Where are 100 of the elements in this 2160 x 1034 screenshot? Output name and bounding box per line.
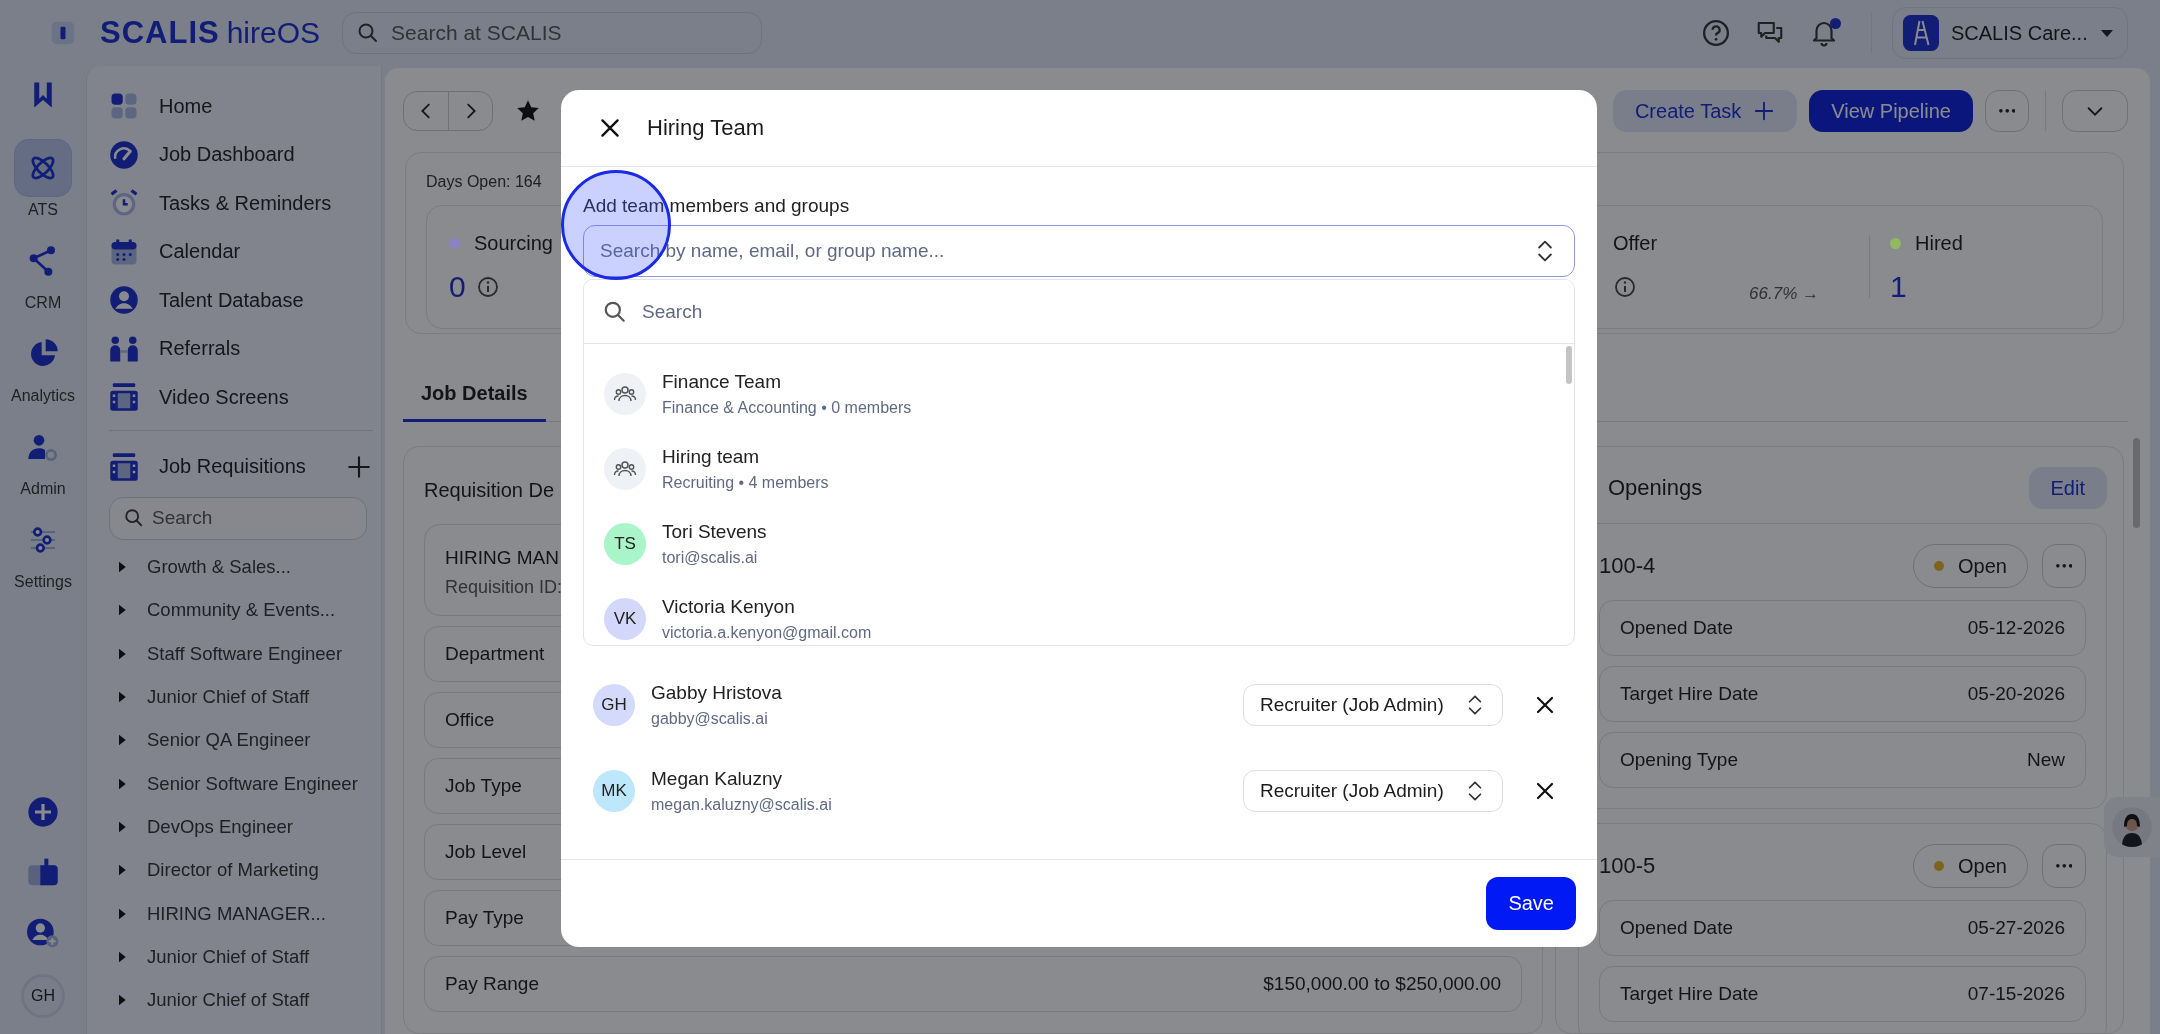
more-icon [1998,109,2016,113]
role-select[interactable]: Recruiter (Job Admin) [1243,770,1503,812]
film-icon [109,382,139,413]
field-label: Job Level [445,841,527,863]
tree-item[interactable]: DevOps Engineer [109,805,373,849]
option-name: Hiring team [662,445,761,468]
help-icon[interactable] [1701,18,1731,48]
member-email: gabby@scalis.ai [651,710,769,728]
requisition-title: HIRING MAN [445,547,559,569]
save-button[interactable]: Save [1486,877,1576,930]
tree-item[interactable]: Growth & Sales... [109,545,373,589]
tree-item[interactable]: Staff Software Engineer [109,632,373,676]
create-task-button[interactable]: Create Task [1612,90,1798,132]
tree-item[interactable]: Director of Marketing [109,848,373,892]
add-icon[interactable] [27,796,59,828]
search-field[interactable]: Search [584,280,1574,344]
field-value: 07-15-2026 [1967,983,2065,1005]
member-select[interactable]: Search by name, email, or group name... [583,225,1575,277]
star-icon[interactable] [515,98,541,124]
user-avatar[interactable]: GH [21,974,65,1018]
role-select[interactable]: Recruiter (Job Admin) [1243,684,1503,726]
rail-label[interactable]: CRM [24,294,62,312]
search-icon [602,299,628,325]
nav-item[interactable]: Video Screens [109,373,373,422]
conversion-rate: 66.7% → [1749,284,1819,304]
stage-count: 0 [449,270,466,304]
tree-item[interactable]: HIRING MANAGER... [109,891,373,936]
field-label: Opened Date [1620,917,1734,939]
search-field[interactable]: Search at SCALIS [342,12,763,54]
rail-label[interactable]: Admin [20,480,66,498]
tab[interactable]: Job Details [403,372,546,422]
nav-item[interactable]: Calendar [109,227,373,276]
view-pipeline-button[interactable]: View Pipeline [1809,90,1973,132]
nav-item[interactable]: Home [109,82,373,131]
info-icon [1613,275,1637,299]
option-item[interactable]: TS Tori Stevens tori@scalis.ai [584,506,1554,581]
avatar: GH [593,684,635,726]
option-item[interactable]: Finance Team Finance & Accounting • 0 members [584,356,1554,431]
info-icon [475,275,500,299]
option-item[interactable]: Hiring team Recruiting • 4 members [584,431,1554,506]
option-detail: Finance & Accounting • 0 members [662,398,912,417]
tree-item[interactable]: Community & Events... [109,588,373,633]
section-title: Job Requisitions [159,455,306,478]
rail-label[interactable]: ATS [28,201,58,219]
logo-text: SCALIS [100,15,220,51]
member-name: Megan Kaluzny [651,768,783,790]
nav-item[interactable]: Tasks & Reminders [109,179,373,228]
nav-item[interactable]: Talent Database [109,276,373,325]
tree-item[interactable]: Junior Chief of Staff [109,978,373,1022]
field-label: Target Hire Date [1620,683,1759,705]
field-value: 05-27-2026 [1967,917,2065,939]
nav-item[interactable]: Job Dashboard [109,130,373,179]
field-label: Pay Type [445,907,524,929]
rail-tab[interactable] [15,140,71,196]
scrollbar[interactable] [1566,346,1572,384]
plus-icon[interactable] [345,453,372,480]
company-logo-icon [1903,15,1939,51]
field-label: Opening Type [1620,749,1738,771]
option-detail: Recruiting • 4 members [662,473,829,492]
logo-suffix: hireOS [226,16,321,50]
account-switcher[interactable]: SCALIS Care... [1892,7,2128,59]
more-icon [2055,564,2073,568]
field-label: Add team members and groups [583,195,851,217]
tree-item[interactable]: Junior Chief of Staff [109,935,373,979]
tree-item[interactable]: Senior QA Engineer [109,718,373,762]
avatar: VK [604,597,646,640]
caret-icon [2101,29,2113,37]
add-user-icon[interactable] [27,916,59,948]
option-detail: victoria.a.kenyon@gmail.com [662,623,872,642]
option-item[interactable]: VK Victoria Kenyon victoria.a.kenyon@gmail.com [584,581,1554,645]
field-label: Opened Date [1620,617,1734,639]
rail-label[interactable]: Settings [14,573,72,591]
member-email: megan.kaluzny@scalis.ai [651,796,832,814]
field-label: Target Hire Date [1620,983,1759,1005]
field-value: New [2027,749,2065,771]
grid-icon [109,91,139,122]
option-detail: tori@scalis.ai [662,548,759,567]
field-value: 05-20-2026 [1967,683,2065,705]
option-name: Finance Team [662,370,782,393]
opening-id: 100-5 [1599,853,1656,879]
person-icon [109,285,139,316]
requisition-id: Requisition ID: [445,577,563,598]
avatar: TS [604,522,646,565]
card-title: Requisition De [424,479,555,502]
tree-item[interactable]: Junior Chief of Staff [109,675,373,719]
stage-name: Offer [1613,231,1658,255]
tree-item[interactable]: Senior Software Engineer [109,762,373,806]
stage-name: Sourcing [474,231,553,255]
edit-button[interactable]: Edit [2028,467,2107,509]
search-field[interactable]: Search [109,496,367,540]
stage-count: 1 [1890,270,1907,304]
stage-name: Hired [1915,231,1963,255]
scrollbar[interactable] [2133,438,2140,528]
field-value: 05-12-2026 [1967,617,2065,639]
help-widget[interactable] [2104,797,2160,857]
rail-label[interactable]: Analytics [11,387,75,405]
field-value: $150,000.00 to $250,000.00 [1263,973,1501,995]
field-label: Job Type [445,775,522,797]
field-label: Office [445,709,495,731]
nav-item[interactable]: Referrals [109,324,373,373]
